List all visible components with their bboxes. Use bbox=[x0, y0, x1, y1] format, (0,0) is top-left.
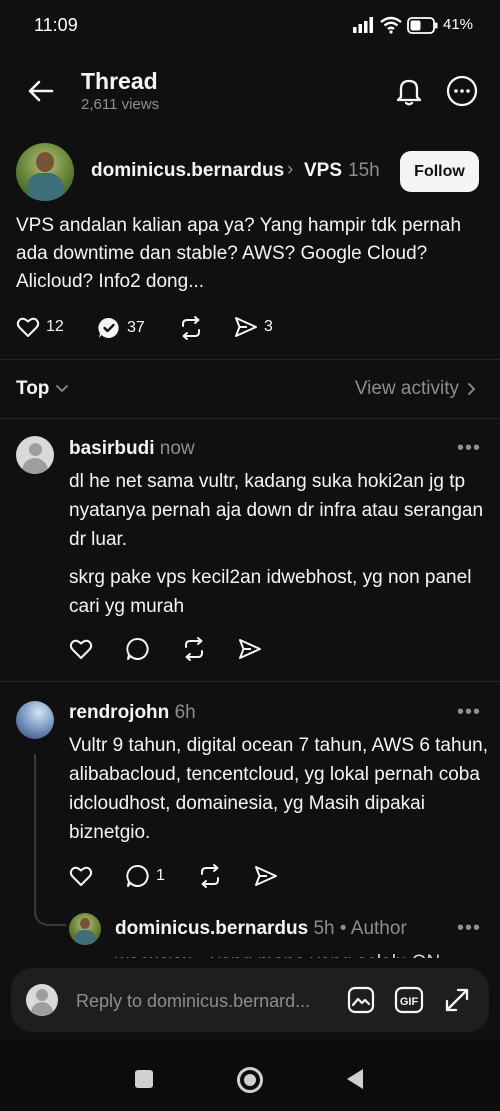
heart-icon[interactable] bbox=[69, 865, 93, 887]
view-activity-link[interactable]: View activity bbox=[355, 378, 476, 400]
home-circle-icon[interactable] bbox=[236, 1066, 264, 1094]
recents-square-icon[interactable] bbox=[134, 1069, 154, 1089]
author-avatar[interactable] bbox=[69, 913, 101, 945]
view-activity-label: View activity bbox=[354, 378, 459, 399]
image-icon[interactable] bbox=[347, 986, 375, 1014]
post-username[interactable]: dominicus.bernardus bbox=[91, 160, 284, 182]
reply-body: Vultr 9 tahun, digital ocean 7 tahun, AW… bbox=[69, 735, 488, 843]
repost-icon[interactable] bbox=[197, 863, 223, 889]
sort-dropdown[interactable]: Top bbox=[16, 378, 69, 400]
expand-icon[interactable] bbox=[443, 986, 471, 1014]
reply-username[interactable]: rendrojohn 6h bbox=[69, 702, 196, 724]
wifi-icon bbox=[380, 16, 402, 34]
reply-body: dl he net sama vultr, kadang suka hoki2a… bbox=[69, 471, 484, 550]
heart-icon[interactable] bbox=[69, 638, 93, 660]
author-badge: • Author bbox=[339, 918, 407, 939]
avatar[interactable] bbox=[16, 436, 54, 474]
battery-percentage: 41% bbox=[443, 16, 474, 33]
reply-body-paragraph: skrg pake vps kecil2an idwebhost, yg non… bbox=[69, 567, 472, 617]
battery-icon bbox=[407, 17, 438, 34]
send-icon[interactable] bbox=[238, 638, 262, 660]
divider bbox=[0, 359, 500, 360]
avatar bbox=[26, 984, 58, 1016]
chevron-down-icon bbox=[56, 385, 69, 393]
more-options-icon[interactable] bbox=[445, 74, 479, 108]
reply-timestamp: 6h bbox=[174, 702, 196, 723]
sort-label: Top bbox=[16, 378, 50, 399]
thread-connector-line bbox=[34, 754, 66, 926]
send-icon bbox=[235, 317, 257, 337]
status-time: 11:09 bbox=[34, 15, 78, 35]
reply-username-text[interactable]: dominicus.bernardus bbox=[115, 918, 308, 939]
post-body: VPS andalan kalian apa ya? Yang hampir t… bbox=[16, 215, 462, 292]
author-avatar[interactable] bbox=[16, 143, 74, 201]
divider bbox=[0, 418, 500, 419]
post-topic-tag[interactable]: VPS bbox=[304, 160, 342, 182]
reply-count: 37 bbox=[127, 319, 145, 336]
bell-icon[interactable] bbox=[392, 74, 426, 108]
follow-button[interactable]: Follow bbox=[400, 151, 479, 192]
like-action[interactable]: 12 bbox=[16, 316, 64, 338]
like-count: 12 bbox=[46, 318, 64, 335]
post-timestamp: 15h bbox=[348, 160, 380, 181]
send-icon[interactable] bbox=[254, 865, 278, 887]
repost-icon[interactable] bbox=[178, 315, 204, 341]
reply-action[interactable]: 37 bbox=[97, 316, 145, 340]
reply-count: 1 bbox=[156, 867, 165, 884]
reply-username[interactable]: basirbudi now bbox=[69, 438, 195, 460]
reply-input[interactable] bbox=[74, 986, 340, 1016]
replied-check-icon bbox=[98, 317, 119, 338]
signal-icon bbox=[353, 17, 373, 33]
back-arrow-icon[interactable] bbox=[24, 74, 58, 108]
view-count: 2,611 views bbox=[81, 96, 160, 113]
reply-username[interactable]: dominicus.bernardus 5h • Author bbox=[115, 918, 407, 940]
back-triangle-icon[interactable] bbox=[345, 1068, 365, 1090]
comment-icon[interactable] bbox=[126, 637, 150, 661]
reply-username-text[interactable]: basirbudi bbox=[69, 438, 155, 459]
reply-username-text[interactable]: rendrojohn bbox=[69, 702, 169, 723]
share-count: 3 bbox=[264, 318, 273, 335]
heart-icon bbox=[16, 317, 40, 337]
more-options-icon[interactable]: ••• bbox=[457, 701, 481, 724]
page-title: Thread bbox=[81, 68, 158, 94]
reply-timestamp: now bbox=[159, 438, 195, 459]
gif-icon[interactable]: GIF bbox=[394, 986, 424, 1014]
reply-timestamp: 5h bbox=[313, 918, 335, 939]
divider bbox=[0, 681, 500, 682]
comment-icon bbox=[126, 865, 149, 887]
status-bar: 11:09 41% bbox=[0, 0, 500, 52]
chevron-right-icon: › bbox=[287, 159, 294, 180]
reply-action[interactable]: 1 bbox=[126, 864, 165, 888]
chevron-right-icon bbox=[468, 383, 476, 395]
more-options-icon[interactable]: ••• bbox=[457, 437, 481, 460]
svg-text:GIF: GIF bbox=[400, 996, 419, 1008]
share-action[interactable]: 3 bbox=[234, 316, 273, 338]
repost-icon[interactable] bbox=[181, 636, 207, 662]
avatar[interactable] bbox=[16, 701, 54, 739]
more-options-icon[interactable]: ••• bbox=[457, 917, 481, 940]
